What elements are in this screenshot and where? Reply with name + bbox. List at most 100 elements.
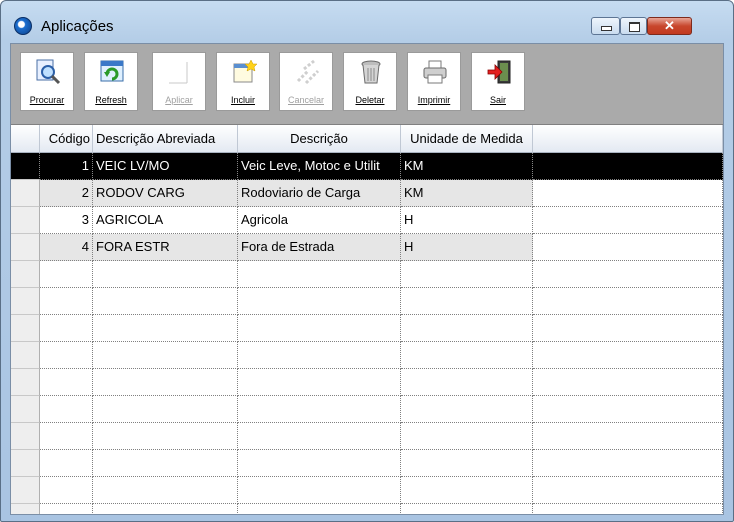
cell-filler — [533, 153, 723, 180]
procurar-button[interactable]: Procurar — [20, 52, 74, 111]
cell-codigo[interactable] — [40, 477, 93, 504]
cell-descricao-abreviada[interactable] — [93, 261, 238, 288]
cell-codigo[interactable]: 4 — [40, 234, 93, 261]
incluir-button[interactable]: Incluir — [216, 52, 270, 111]
cell-descricao[interactable] — [238, 369, 401, 396]
cell-descricao-abreviada[interactable] — [93, 315, 238, 342]
cell-codigo[interactable] — [40, 396, 93, 423]
aplicar-button[interactable]: Aplicar — [152, 52, 206, 111]
row-indicator — [11, 315, 40, 342]
client-area: Procurar Refresh Aplicar Incluir Cancela… — [10, 43, 724, 515]
empty-table-row[interactable] — [11, 342, 723, 369]
empty-table-row[interactable] — [11, 477, 723, 504]
cell-descricao[interactable] — [238, 423, 401, 450]
cell-descricao[interactable] — [238, 477, 401, 504]
cell-codigo[interactable] — [40, 369, 93, 396]
cell-unidade-de-medida[interactable] — [401, 504, 533, 514]
cell-descricao[interactable]: Agricola — [238, 207, 401, 234]
cell-descricao[interactable]: Veic Leve, Motoc e Utilit — [238, 153, 401, 180]
cell-descricao[interactable] — [238, 450, 401, 477]
cell-descricao-abreviada[interactable] — [93, 477, 238, 504]
cell-unidade-de-medida[interactable]: H — [401, 234, 533, 261]
empty-table-row[interactable] — [11, 261, 723, 288]
cell-descricao[interactable]: Rodoviario de Carga — [238, 180, 401, 207]
data-grid[interactable]: Código Descrição Abreviada Descrição Uni… — [11, 125, 723, 514]
cell-unidade-de-medida[interactable] — [401, 423, 533, 450]
imprimir-button[interactable]: Imprimir — [407, 52, 461, 111]
cell-descricao-abreviada[interactable] — [93, 504, 238, 514]
title-bar[interactable]: Aplicações ✕ — [1, 1, 733, 39]
cell-codigo[interactable]: 3 — [40, 207, 93, 234]
cell-descricao[interactable] — [238, 396, 401, 423]
table-row[interactable]: 3 AGRICOLA Agricola H — [11, 207, 723, 234]
deletar-button[interactable]: Deletar — [343, 52, 397, 111]
table-row[interactable]: 1 VEIC LV/MO Veic Leve, Motoc e Utilit KM — [11, 153, 723, 180]
header-unidade-de-medida[interactable]: Unidade de Medida — [401, 125, 533, 153]
cell-unidade-de-medida[interactable]: KM — [401, 180, 533, 207]
empty-table-row[interactable] — [11, 423, 723, 450]
cancelar-button[interactable]: Cancelar — [279, 52, 333, 111]
cell-filler — [533, 477, 723, 504]
cell-codigo[interactable] — [40, 315, 93, 342]
cell-descricao-abreviada[interactable]: RODOV CARG — [93, 180, 238, 207]
cell-descricao-abreviada[interactable] — [93, 369, 238, 396]
cell-descricao[interactable] — [238, 315, 401, 342]
empty-table-row[interactable] — [11, 396, 723, 423]
cell-descricao[interactable] — [238, 342, 401, 369]
cell-descricao-abreviada[interactable]: AGRICOLA — [93, 207, 238, 234]
cell-descricao-abreviada[interactable] — [93, 396, 238, 423]
empty-table-row[interactable] — [11, 450, 723, 477]
table-row[interactable]: 4 FORA ESTR Fora de Estrada H — [11, 234, 723, 261]
cell-filler — [533, 342, 723, 369]
cell-unidade-de-medida[interactable]: KM — [401, 153, 533, 180]
cell-descricao-abreviada[interactable] — [93, 450, 238, 477]
row-indicator — [11, 369, 40, 396]
header-codigo[interactable]: Código — [40, 125, 93, 153]
cell-descricao-abreviada[interactable] — [93, 342, 238, 369]
empty-table-row[interactable] — [11, 288, 723, 315]
cell-unidade-de-medida[interactable] — [401, 450, 533, 477]
sair-button[interactable]: Sair — [471, 52, 525, 111]
table-row[interactable]: 2 RODOV CARG Rodoviario de Carga KM — [11, 180, 723, 207]
cell-unidade-de-medida[interactable] — [401, 477, 533, 504]
cell-descricao[interactable]: Fora de Estrada — [238, 234, 401, 261]
cell-descricao-abreviada[interactable] — [93, 288, 238, 315]
cell-codigo[interactable] — [40, 504, 93, 514]
row-indicator — [11, 288, 40, 315]
trash-icon — [361, 60, 381, 84]
cell-descricao-abreviada[interactable]: VEIC LV/MO — [93, 153, 238, 180]
header-descricao[interactable]: Descrição — [238, 125, 401, 153]
row-indicator — [11, 504, 40, 514]
minimize-icon — [601, 26, 612, 31]
row-indicator — [11, 477, 40, 504]
cell-codigo[interactable]: 2 — [40, 180, 93, 207]
header-descricao-abreviada[interactable]: Descrição Abreviada — [93, 125, 238, 153]
cell-codigo[interactable] — [40, 450, 93, 477]
cell-codigo[interactable] — [40, 261, 93, 288]
cell-unidade-de-medida[interactable]: H — [401, 207, 533, 234]
cell-unidade-de-medida[interactable] — [401, 261, 533, 288]
cell-codigo[interactable]: 1 — [40, 153, 93, 180]
cell-descricao[interactable] — [238, 504, 401, 514]
cell-descricao[interactable] — [238, 288, 401, 315]
empty-table-row[interactable] — [11, 504, 723, 514]
cell-descricao-abreviada[interactable] — [93, 423, 238, 450]
cell-unidade-de-medida[interactable] — [401, 369, 533, 396]
cell-descricao[interactable] — [238, 261, 401, 288]
cell-codigo[interactable] — [40, 423, 93, 450]
cell-unidade-de-medida[interactable] — [401, 288, 533, 315]
cell-unidade-de-medida[interactable] — [401, 315, 533, 342]
cell-unidade-de-medida[interactable] — [401, 342, 533, 369]
minimize-button[interactable] — [591, 17, 620, 35]
empty-table-row[interactable] — [11, 315, 723, 342]
close-button[interactable]: ✕ — [647, 17, 692, 35]
maximize-button[interactable] — [620, 17, 647, 35]
refresh-button[interactable]: Refresh — [84, 52, 138, 111]
cell-codigo[interactable] — [40, 342, 93, 369]
cell-filler — [533, 315, 723, 342]
cell-descricao-abreviada[interactable]: FORA ESTR — [93, 234, 238, 261]
window-title: Aplicações — [41, 18, 114, 35]
cell-codigo[interactable] — [40, 288, 93, 315]
empty-table-row[interactable] — [11, 369, 723, 396]
cell-unidade-de-medida[interactable] — [401, 396, 533, 423]
